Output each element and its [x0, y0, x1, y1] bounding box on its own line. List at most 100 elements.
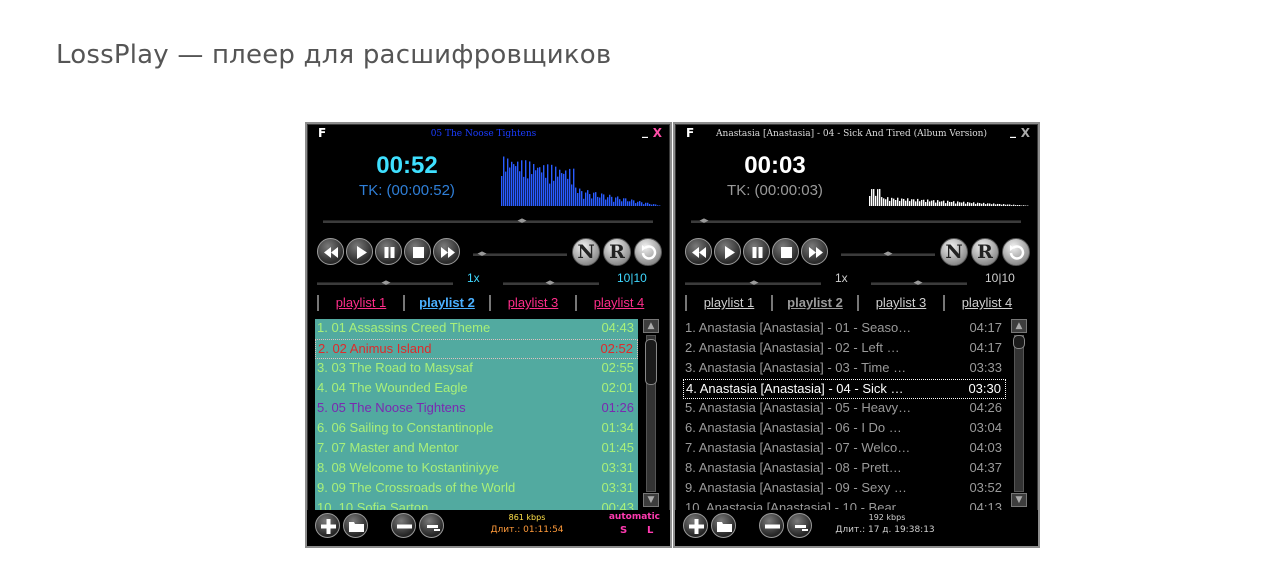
rewind-button[interactable] — [317, 238, 344, 265]
table-row[interactable]: 7. 07 Master and Mentor 01:45 — [315, 439, 638, 459]
table-row[interactable]: 4. 04 The Wounded Eagle 02:01 — [315, 379, 638, 399]
table-row[interactable]: 6. Anastasia [Anastasia] - 06 - I Do … 03… — [683, 419, 1006, 439]
fast-forward-button[interactable] — [433, 238, 460, 265]
scroll-thumb[interactable] — [645, 339, 657, 385]
stop-button[interactable] — [772, 238, 799, 265]
add-track-button[interactable] — [315, 513, 340, 538]
tab-playlist-1[interactable]: playlist 1 — [685, 295, 771, 311]
minimize-button[interactable]: _ — [642, 124, 648, 138]
tab-playlist-1[interactable]: playlist 1 — [317, 295, 403, 311]
table-row[interactable]: 6. 06 Sailing to Constantinople 01:34 — [315, 419, 638, 439]
tab-playlist-3[interactable]: playlist 3 — [489, 295, 575, 311]
table-row[interactable]: 9. 09 The Crossroads of the World 03:31 — [315, 479, 638, 499]
balance-slider[interactable]: ◂▸ — [503, 278, 599, 288]
table-row[interactable]: 10. Anastasia [Anastasia] - 10 - Bear… 04… — [683, 499, 1006, 510]
table-row[interactable]: 8. Anastasia [Anastasia] - 08 - Prett… 04… — [683, 459, 1006, 479]
table-row[interactable]: 5. Anastasia [Anastasia] - 05 - Heavy… 04… — [683, 399, 1006, 419]
table-row[interactable]: 4. Anastasia [Anastasia] - 04 - Sick … 03… — [683, 379, 1006, 399]
table-row[interactable]: 1. Anastasia [Anastasia] - 01 - Seaso… 04… — [683, 319, 1006, 339]
table-row[interactable]: 9. Anastasia [Anastasia] - 09 - Sexy … 03… — [683, 479, 1006, 499]
spectrum-bar — [893, 198, 895, 206]
clear-playlist-button[interactable] — [419, 513, 444, 538]
s-toggle[interactable]: S — [620, 525, 627, 536]
scroll-up-icon[interactable]: ▲ — [1011, 319, 1027, 333]
fast-forward-button[interactable] — [801, 238, 828, 265]
volume-knob[interactable]: ◂▸ — [881, 249, 895, 260]
app-logo-icon[interactable]: F — [686, 127, 696, 140]
table-row[interactable]: 2. Anastasia [Anastasia] - 02 - Left … 04… — [683, 339, 1006, 359]
spectrum-bar — [525, 160, 527, 206]
add-track-button[interactable] — [683, 513, 708, 538]
spectrum-bar — [997, 203, 999, 206]
repeat-button[interactable]: R — [971, 238, 999, 266]
clear-playlist-button[interactable] — [787, 513, 812, 538]
track-duration: 04:17 — [969, 340, 1002, 355]
tab-playlist-4[interactable]: playlist 4 — [943, 295, 1029, 311]
speed-slider[interactable]: ◂▸ — [317, 278, 453, 288]
table-row[interactable]: 5. 05 The Noose Tightens 01:26 — [315, 399, 638, 419]
tab-playlist-2[interactable]: playlist 2 — [403, 295, 489, 311]
tab-playlist-3[interactable]: playlist 3 — [857, 295, 943, 311]
table-row[interactable]: 10. 10 Sofia Sarton 00:43 — [315, 499, 638, 510]
scroll-down-icon[interactable]: ▼ — [643, 493, 659, 507]
balance-knob[interactable]: ◂▸ — [911, 278, 925, 289]
loop-button[interactable] — [1002, 238, 1030, 266]
scroll-thumb[interactable] — [1013, 335, 1025, 349]
spectrum-bar — [539, 167, 541, 206]
app-logo-icon[interactable]: F — [318, 127, 328, 140]
track-duration: 03:52 — [969, 480, 1002, 495]
speed-slider[interactable]: ◂▸ — [685, 278, 821, 288]
normalize-button[interactable]: N — [940, 238, 968, 266]
open-folder-button[interactable] — [711, 513, 736, 538]
balance-knob[interactable]: ◂▸ — [543, 278, 557, 289]
repeat-button[interactable]: R — [603, 238, 631, 266]
minimize-button[interactable]: _ — [1010, 124, 1016, 138]
scroll-down-icon[interactable]: ▼ — [1011, 493, 1027, 507]
close-button[interactable]: X — [653, 126, 662, 140]
stop-button[interactable] — [404, 238, 431, 265]
close-button[interactable]: X — [1021, 126, 1030, 140]
table-row[interactable]: 3. 03 The Road to Masysaf 02:55 — [315, 359, 638, 379]
title-bar[interactable]: F Anastasia [Anastasia] - 04 - Sick And … — [675, 124, 1038, 142]
table-row[interactable]: 8. 08 Welcome to Kostantiniyye 03:31 — [315, 459, 638, 479]
table-row[interactable]: 7. Anastasia [Anastasia] - 07 - Welco… 04… — [683, 439, 1006, 459]
scroll-up-icon[interactable]: ▲ — [643, 319, 659, 333]
playlist-scrollbar[interactable]: ▲ ▼ — [1010, 319, 1028, 508]
play-button[interactable] — [714, 238, 741, 265]
spectrum-bar — [951, 201, 953, 206]
seek-knob[interactable]: ◂▸ — [697, 216, 711, 227]
seek-slider[interactable]: ◂▸ — [691, 216, 1021, 226]
normalize-button[interactable]: N — [572, 238, 600, 266]
seek-slider[interactable]: ◂▸ — [323, 216, 653, 226]
remove-track-button[interactable] — [759, 513, 784, 538]
speed-knob[interactable]: ◂▸ — [747, 278, 761, 289]
track-name: 9. Anastasia [Anastasia] - 09 - Sexy … — [685, 480, 907, 495]
volume-slider[interactable]: ◂▸ — [841, 249, 935, 259]
open-folder-button[interactable] — [343, 513, 368, 538]
loop-button[interactable] — [634, 238, 662, 266]
pause-button[interactable] — [743, 238, 770, 265]
title-bar[interactable]: F 05 The Noose Tightens _ X — [307, 124, 670, 142]
remove-track-button[interactable] — [391, 513, 416, 538]
playlist-scrollbar[interactable]: ▲ ▼ — [642, 319, 660, 508]
pause-icon — [752, 247, 763, 258]
scroll-track[interactable] — [1014, 335, 1024, 492]
track-name: 4. 04 The Wounded Eagle — [317, 380, 468, 395]
balance-slider[interactable]: ◂▸ — [871, 278, 967, 288]
seek-knob[interactable]: ◂▸ — [515, 216, 529, 227]
track-name: 10. 10 Sofia Sarton — [317, 500, 429, 510]
table-row[interactable]: 2. 02 Animus Island 02:52 — [315, 339, 638, 359]
volume-slider[interactable]: ◂▸ — [473, 249, 567, 259]
l-toggle[interactable]: L — [647, 525, 653, 536]
rewind-button[interactable] — [685, 238, 712, 265]
table-row[interactable]: 1. 01 Assassins Creed Theme 04:43 — [315, 319, 638, 339]
track-name: 7. Anastasia [Anastasia] - 07 - Welco… — [685, 440, 911, 455]
table-row[interactable]: 3. Anastasia [Anastasia] - 03 - Time … 03… — [683, 359, 1006, 379]
tab-playlist-2[interactable]: playlist 2 — [771, 295, 857, 311]
play-button[interactable] — [346, 238, 373, 265]
speed-knob[interactable]: ◂▸ — [379, 278, 393, 289]
pause-button[interactable] — [375, 238, 402, 265]
volume-knob[interactable]: ◂▸ — [475, 249, 489, 260]
tab-playlist-4[interactable]: playlist 4 — [575, 295, 661, 311]
rewind-icon — [324, 247, 338, 258]
